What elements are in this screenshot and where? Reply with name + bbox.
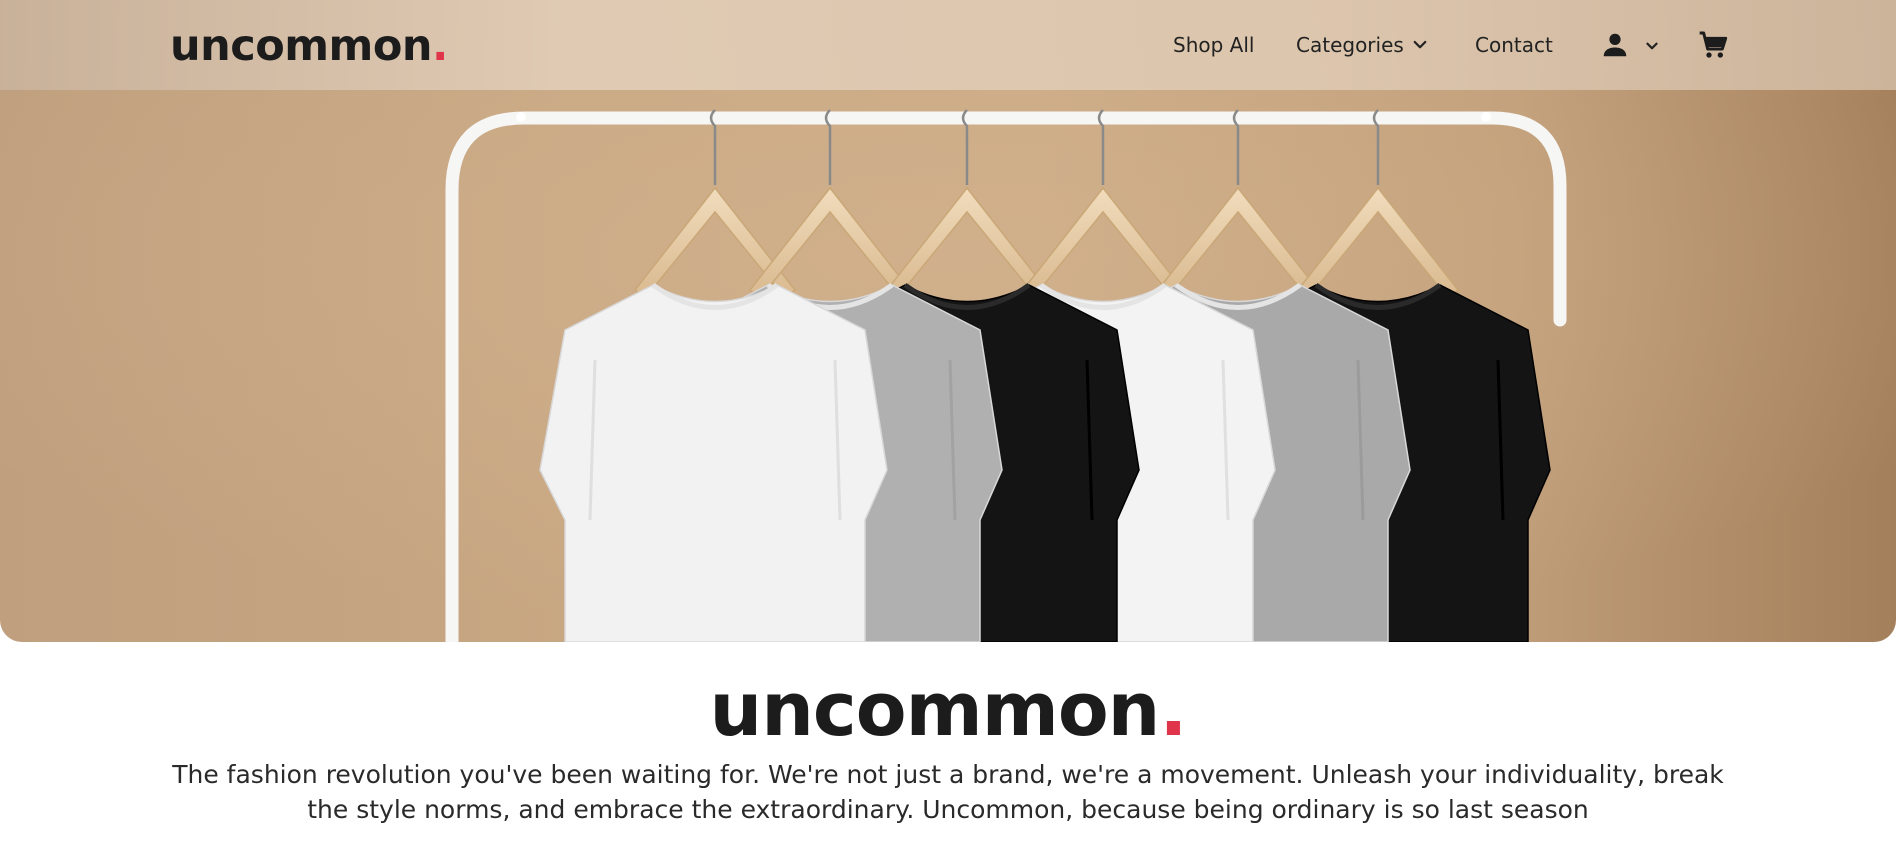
intro-title-dot: . xyxy=(1159,667,1187,753)
nav-categories[interactable]: Categories xyxy=(1296,32,1404,58)
nav-contact[interactable]: Contact xyxy=(1475,32,1553,58)
brand-logo-text: uncommon xyxy=(170,21,433,71)
user-icon[interactable] xyxy=(1600,30,1630,60)
tshirt xyxy=(539,282,888,642)
chevron-down-icon[interactable] xyxy=(1411,36,1429,54)
nav-shop-all[interactable]: Shop All xyxy=(1173,32,1254,58)
top-navbar: uncommon. Shop All Categories Contact xyxy=(0,0,1896,90)
intro-title-text: uncommon xyxy=(709,667,1161,753)
intro-title: uncommon. xyxy=(0,665,1896,755)
account-chevron-down-icon[interactable] xyxy=(1643,37,1661,55)
hero-image xyxy=(0,0,1896,642)
brand-logo[interactable]: uncommon. xyxy=(170,18,448,74)
brand-logo-dot: . xyxy=(432,21,448,71)
cart-icon[interactable] xyxy=(1697,29,1729,61)
hero-banner xyxy=(0,0,1896,642)
intro-tagline: The fashion revolution you've been waiti… xyxy=(172,760,1724,824)
